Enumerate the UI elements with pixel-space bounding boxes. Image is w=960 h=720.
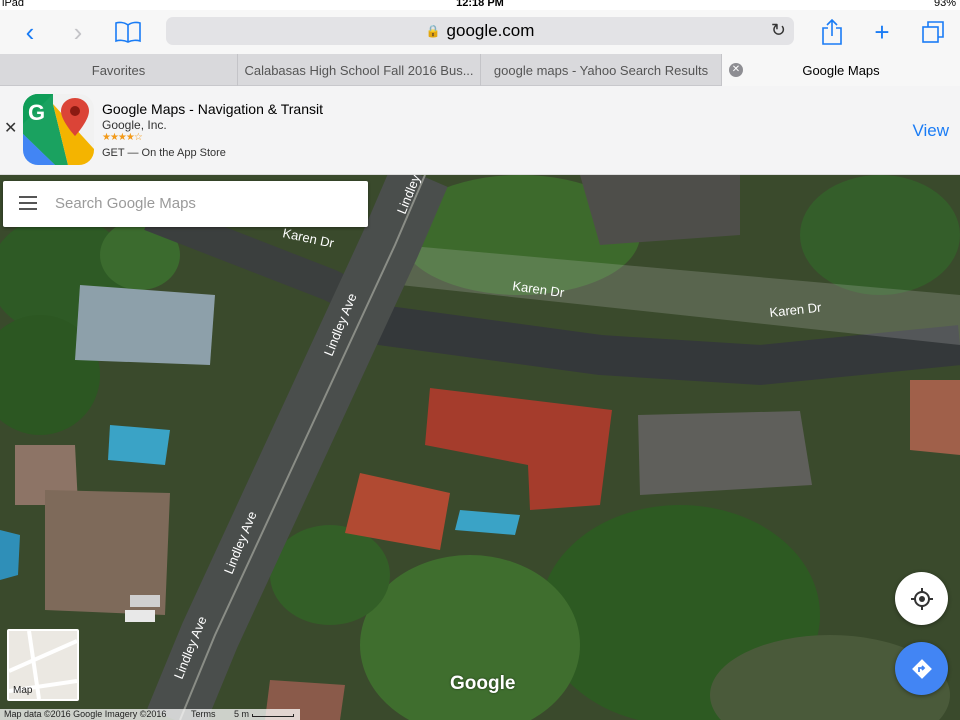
map-scale: 5 m bbox=[234, 709, 250, 719]
new-tab-icon[interactable]: + bbox=[866, 16, 898, 48]
tabs-icon[interactable] bbox=[917, 16, 949, 48]
close-tab-icon[interactable]: ✕ bbox=[729, 63, 743, 77]
browser-toolbar: ‹ › 🔒 google.com ↻ + bbox=[0, 10, 960, 54]
app-title: Google Maps - Navigation & Transit bbox=[102, 101, 323, 117]
status-bar: iPad 12:18 PM 93% bbox=[0, 0, 960, 10]
tab-label: Calabasas High School Fall 2016 Bus... bbox=[244, 62, 474, 78]
map-toggle-label: Map bbox=[13, 685, 33, 696]
scale-bar bbox=[252, 714, 294, 717]
my-location-button[interactable] bbox=[895, 572, 948, 625]
url-text: google.com bbox=[446, 21, 535, 40]
search-box[interactable]: Search Google Maps bbox=[3, 181, 368, 227]
search-input[interactable]: Search Google Maps bbox=[55, 195, 196, 212]
tab-yahoo-search[interactable]: google maps - Yahoo Search Results bbox=[481, 54, 722, 86]
google-maps-app-icon[interactable]: G bbox=[23, 94, 94, 165]
address-bar[interactable]: 🔒 google.com ↻ bbox=[166, 17, 794, 45]
tab-google-maps[interactable]: ✕ Google Maps bbox=[722, 54, 960, 86]
google-logo: Google bbox=[450, 673, 516, 694]
map-data-attribution: Map data ©2016 Google Imagery ©2016 bbox=[4, 709, 167, 719]
tab-label: google maps - Yahoo Search Results bbox=[493, 62, 709, 78]
bookmarks-icon[interactable] bbox=[112, 16, 144, 48]
map-view-toggle[interactable]: Map bbox=[7, 629, 79, 701]
satellite-map[interactable]: Karen Dr Karen Dr Karen Dr Lindley Ave L… bbox=[0, 175, 960, 720]
back-icon[interactable]: ‹ bbox=[14, 16, 46, 48]
close-banner-icon[interactable]: ✕ bbox=[4, 118, 17, 138]
svg-text:G: G bbox=[28, 100, 45, 125]
menu-icon[interactable] bbox=[19, 196, 37, 210]
clock: 12:18 PM bbox=[456, 0, 504, 9]
app-store-banner: ✕ G Google Maps - Navigation & Transit G… bbox=[0, 86, 960, 175]
app-get-text: GET — On the App Store bbox=[102, 147, 226, 159]
map-footer: Map data ©2016 Google Imagery ©2016 Term… bbox=[0, 709, 300, 720]
tab-label: Favorites bbox=[91, 62, 146, 78]
terms-link[interactable]: Terms bbox=[191, 709, 216, 719]
view-app-button[interactable]: View bbox=[912, 121, 949, 141]
forward-icon[interactable]: › bbox=[62, 16, 94, 48]
crosshair-icon bbox=[910, 587, 933, 610]
tab-label: Google Maps bbox=[802, 62, 880, 78]
share-icon[interactable] bbox=[816, 16, 848, 48]
satellite-imagery: Karen Dr Karen Dr Karen Dr Lindley Ave L… bbox=[0, 175, 960, 720]
lock-icon: 🔒 bbox=[425, 24, 441, 38]
tab-calabasas[interactable]: Calabasas High School Fall 2016 Bus... bbox=[238, 54, 481, 86]
reload-icon[interactable]: ↻ bbox=[771, 20, 786, 41]
tab-favorites[interactable]: Favorites bbox=[0, 54, 238, 86]
app-publisher: Google, Inc. bbox=[102, 118, 167, 132]
tab-bar: Favorites Calabasas High School Fall 201… bbox=[0, 54, 960, 86]
directions-button[interactable] bbox=[895, 642, 948, 695]
battery-level: 93% bbox=[933, 0, 956, 9]
directions-icon bbox=[911, 658, 932, 679]
app-rating: ★★★★☆ bbox=[102, 132, 143, 143]
